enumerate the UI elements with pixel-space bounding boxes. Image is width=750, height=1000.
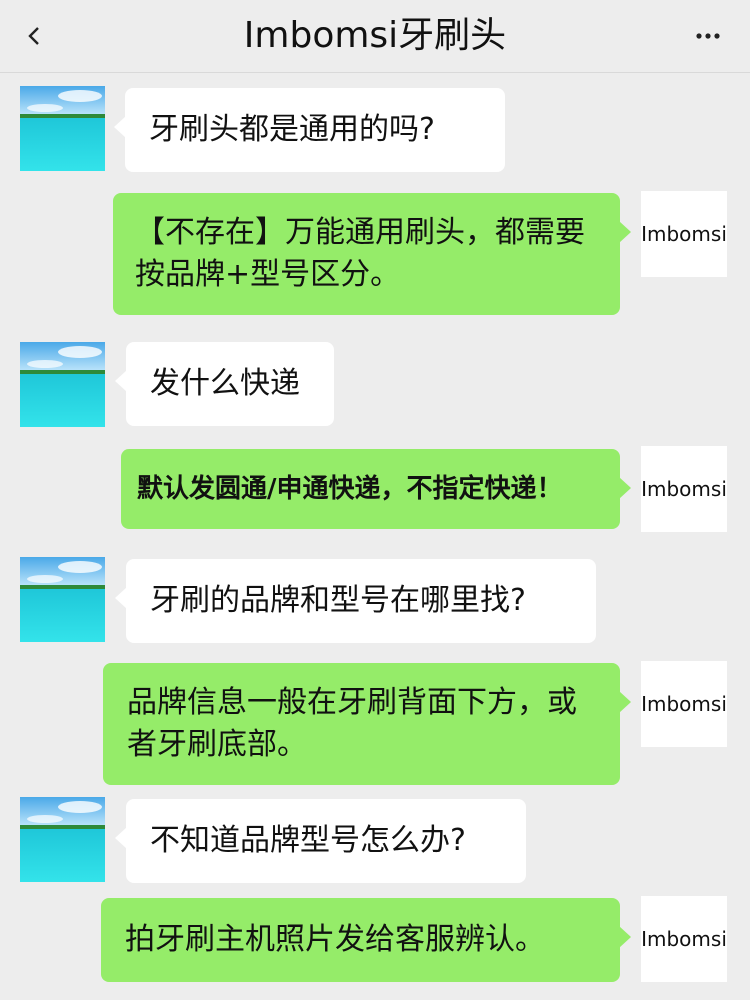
avatar-label: Imbomsi [641, 692, 727, 716]
message-bubble-incoming[interactable]: 牙刷头都是通用的吗? [114, 88, 505, 172]
message-text: 牙刷头都是通用的吗? [149, 112, 435, 147]
message-text: 品牌信息一般在牙刷背面下方，或者牙刷底部。 [127, 685, 577, 762]
message-text: 牙刷的品牌和型号在哪里找? [150, 583, 526, 618]
avatar-label: Imbomsi [641, 477, 727, 501]
message-bubble-incoming[interactable]: 发什么快递 [115, 342, 334, 426]
avatar-label: Imbomsi [641, 222, 727, 246]
my-avatar[interactable]: Imbomsi [641, 896, 727, 982]
my-avatar[interactable]: Imbomsi [641, 661, 727, 747]
contact-avatar[interactable] [20, 86, 105, 171]
message-bubble-outgoing[interactable]: 【不存在】万能通用刷头，都需要按品牌+型号区分。 [113, 193, 631, 315]
ellipsis-icon [696, 33, 720, 39]
message-bubble-outgoing[interactable]: 拍牙刷主机照片发给客服辨认。 [101, 898, 631, 982]
message-text: 默认发圆通/申通快递，不指定快递！ [137, 474, 563, 504]
contact-avatar[interactable] [20, 342, 105, 427]
message-bubble-incoming[interactable]: 牙刷的品牌和型号在哪里找? [115, 559, 596, 643]
message-bubble-outgoing[interactable]: 默认发圆通/申通快递，不指定快递！ [121, 449, 631, 529]
my-avatar[interactable]: Imbomsi [641, 446, 727, 532]
message-bubble-incoming[interactable]: 不知道品牌型号怎么办? [115, 799, 526, 883]
beach-avatar-image [20, 86, 105, 171]
contact-avatar[interactable] [20, 797, 105, 882]
avatar-label: Imbomsi [641, 927, 727, 951]
message-text: 发什么快递 [150, 366, 300, 401]
chat-title: Imbomsi牙刷头 [243, 15, 507, 56]
beach-avatar-image [20, 797, 105, 882]
title-bar: Imbomsi牙刷头 [0, 0, 750, 73]
beach-avatar-image [20, 342, 105, 427]
message-text: 拍牙刷主机照片发给客服辨认。 [125, 922, 545, 957]
my-avatar[interactable]: Imbomsi [641, 191, 727, 277]
more-button[interactable] [690, 22, 726, 50]
message-text: 【不存在】万能通用刷头，都需要按品牌+型号区分。 [135, 215, 585, 292]
beach-avatar-image [20, 557, 105, 642]
message-text: 不知道品牌型号怎么办? [150, 823, 466, 858]
message-bubble-outgoing[interactable]: 品牌信息一般在牙刷背面下方，或者牙刷底部。 [103, 663, 631, 785]
contact-avatar[interactable] [20, 557, 105, 642]
